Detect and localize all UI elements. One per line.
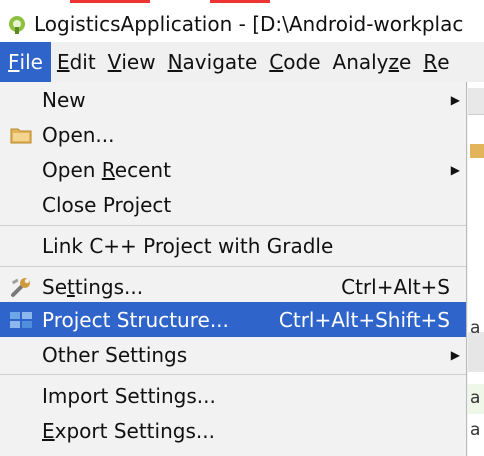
mnemonic: C xyxy=(269,50,284,74)
menu-label: e xyxy=(437,50,450,74)
mnemonic: t xyxy=(67,274,75,299)
folder-icon xyxy=(470,144,484,158)
menu-edit[interactable]: Edit xyxy=(51,42,102,82)
submenu-arrow-icon: ▶ xyxy=(450,347,460,362)
label-part: tings... xyxy=(74,274,144,299)
menu-analyze[interactable]: Analy z e xyxy=(327,42,418,82)
file-menu-dropdown: New ▶ Open... Open Recent ▶ Close Projec… xyxy=(0,82,467,456)
editor-toolbar-band xyxy=(468,88,484,115)
red-underline-mark xyxy=(210,0,270,3)
menu-item-project-structure[interactable]: Project Structure... Ctrl+Alt+Shift+S xyxy=(0,302,466,337)
submenu-arrow-icon: ▶ xyxy=(450,92,460,107)
menu-code[interactable]: Code xyxy=(263,42,326,82)
menu-item-export-settings[interactable]: Export Settings... xyxy=(0,413,466,448)
menu-label: avigate xyxy=(182,50,258,74)
editor-text-fragment: a xyxy=(470,420,481,440)
menu-separator xyxy=(0,374,466,375)
red-underline-mark xyxy=(70,0,150,3)
menu-item-new[interactable]: New ▶ xyxy=(0,82,466,117)
menu-item-other-settings[interactable]: Other Settings ▶ xyxy=(0,337,466,372)
menu-bar: File Edit View Navigate Code Analy z e Re xyxy=(0,42,484,82)
menu-item-label: Close Project xyxy=(42,192,172,217)
menu-file[interactable]: File xyxy=(0,42,51,82)
mnemonic: R xyxy=(423,50,438,74)
menu-item-open[interactable]: Open... xyxy=(0,117,466,152)
editor-text-fragment: a xyxy=(470,318,481,338)
menu-separator xyxy=(0,225,466,226)
menu-item-label: Link C++ Project with Gradle xyxy=(42,233,334,258)
label-part: Open xyxy=(42,157,102,182)
menu-item-label: Settings... xyxy=(42,275,143,299)
menu-item-close-project[interactable]: Close Project xyxy=(0,187,466,222)
menu-navigate[interactable]: Navigate xyxy=(162,42,264,82)
menu-item-label: Open Recent xyxy=(42,158,171,182)
menu-item-label: Import Settings... xyxy=(42,383,216,408)
menu-item-label: Other Settings xyxy=(42,342,188,367)
menu-item-import-settings[interactable]: Import Settings... xyxy=(0,378,466,413)
menu-view[interactable]: View xyxy=(102,42,162,82)
menu-item-settings[interactable]: Settings... Ctrl+Alt+S xyxy=(0,269,466,304)
folder-icon xyxy=(8,122,34,148)
menu-item-label: Project Structure... xyxy=(42,307,229,332)
mnemonic: F xyxy=(8,50,20,74)
window-title: LogisticsApplication - [D:\Android-workp… xyxy=(34,12,464,36)
menu-label: e xyxy=(399,50,412,74)
label-part: Se xyxy=(42,274,67,299)
label-part: ecent xyxy=(114,157,171,182)
menu-label: ile xyxy=(19,50,43,74)
menu-item-shortcut: Ctrl+Alt+S xyxy=(341,274,450,299)
menu-label: ode xyxy=(283,50,321,74)
editor-text-fragment: a xyxy=(470,388,481,408)
mnemonic: E xyxy=(56,50,70,74)
android-studio-icon xyxy=(9,16,25,34)
menu-item-link-cpp-project[interactable]: Link C++ Project with Gradle xyxy=(0,228,466,263)
mnemonic: E xyxy=(42,418,55,443)
menu-label: dit xyxy=(69,50,96,74)
mnemonic: z xyxy=(388,50,400,74)
mnemonic: R xyxy=(101,157,115,182)
project-structure-icon xyxy=(8,307,34,333)
submenu-arrow-icon: ▶ xyxy=(450,162,460,177)
editor-highlight-band xyxy=(468,332,484,372)
menu-item-label: Export Settings... xyxy=(42,419,215,443)
label-part: xport Settings... xyxy=(54,418,215,443)
mnemonic: V xyxy=(107,50,122,74)
menu-separator xyxy=(0,266,466,267)
mnemonic: N xyxy=(167,50,183,74)
menu-label: Analy xyxy=(332,50,389,74)
menu-item-open-recent[interactable]: Open Recent ▶ xyxy=(0,152,466,187)
menu-item-label: Open... xyxy=(42,122,115,147)
menu-refactor[interactable]: Re xyxy=(417,42,455,82)
menu-label: iew xyxy=(121,50,156,74)
menu-item-label: New xyxy=(42,87,86,112)
wrench-icon xyxy=(8,274,34,300)
menu-item-shortcut: Ctrl+Alt+Shift+S xyxy=(278,307,450,332)
title-bar: LogisticsApplication - [D:\Android-workp… xyxy=(0,6,484,42)
